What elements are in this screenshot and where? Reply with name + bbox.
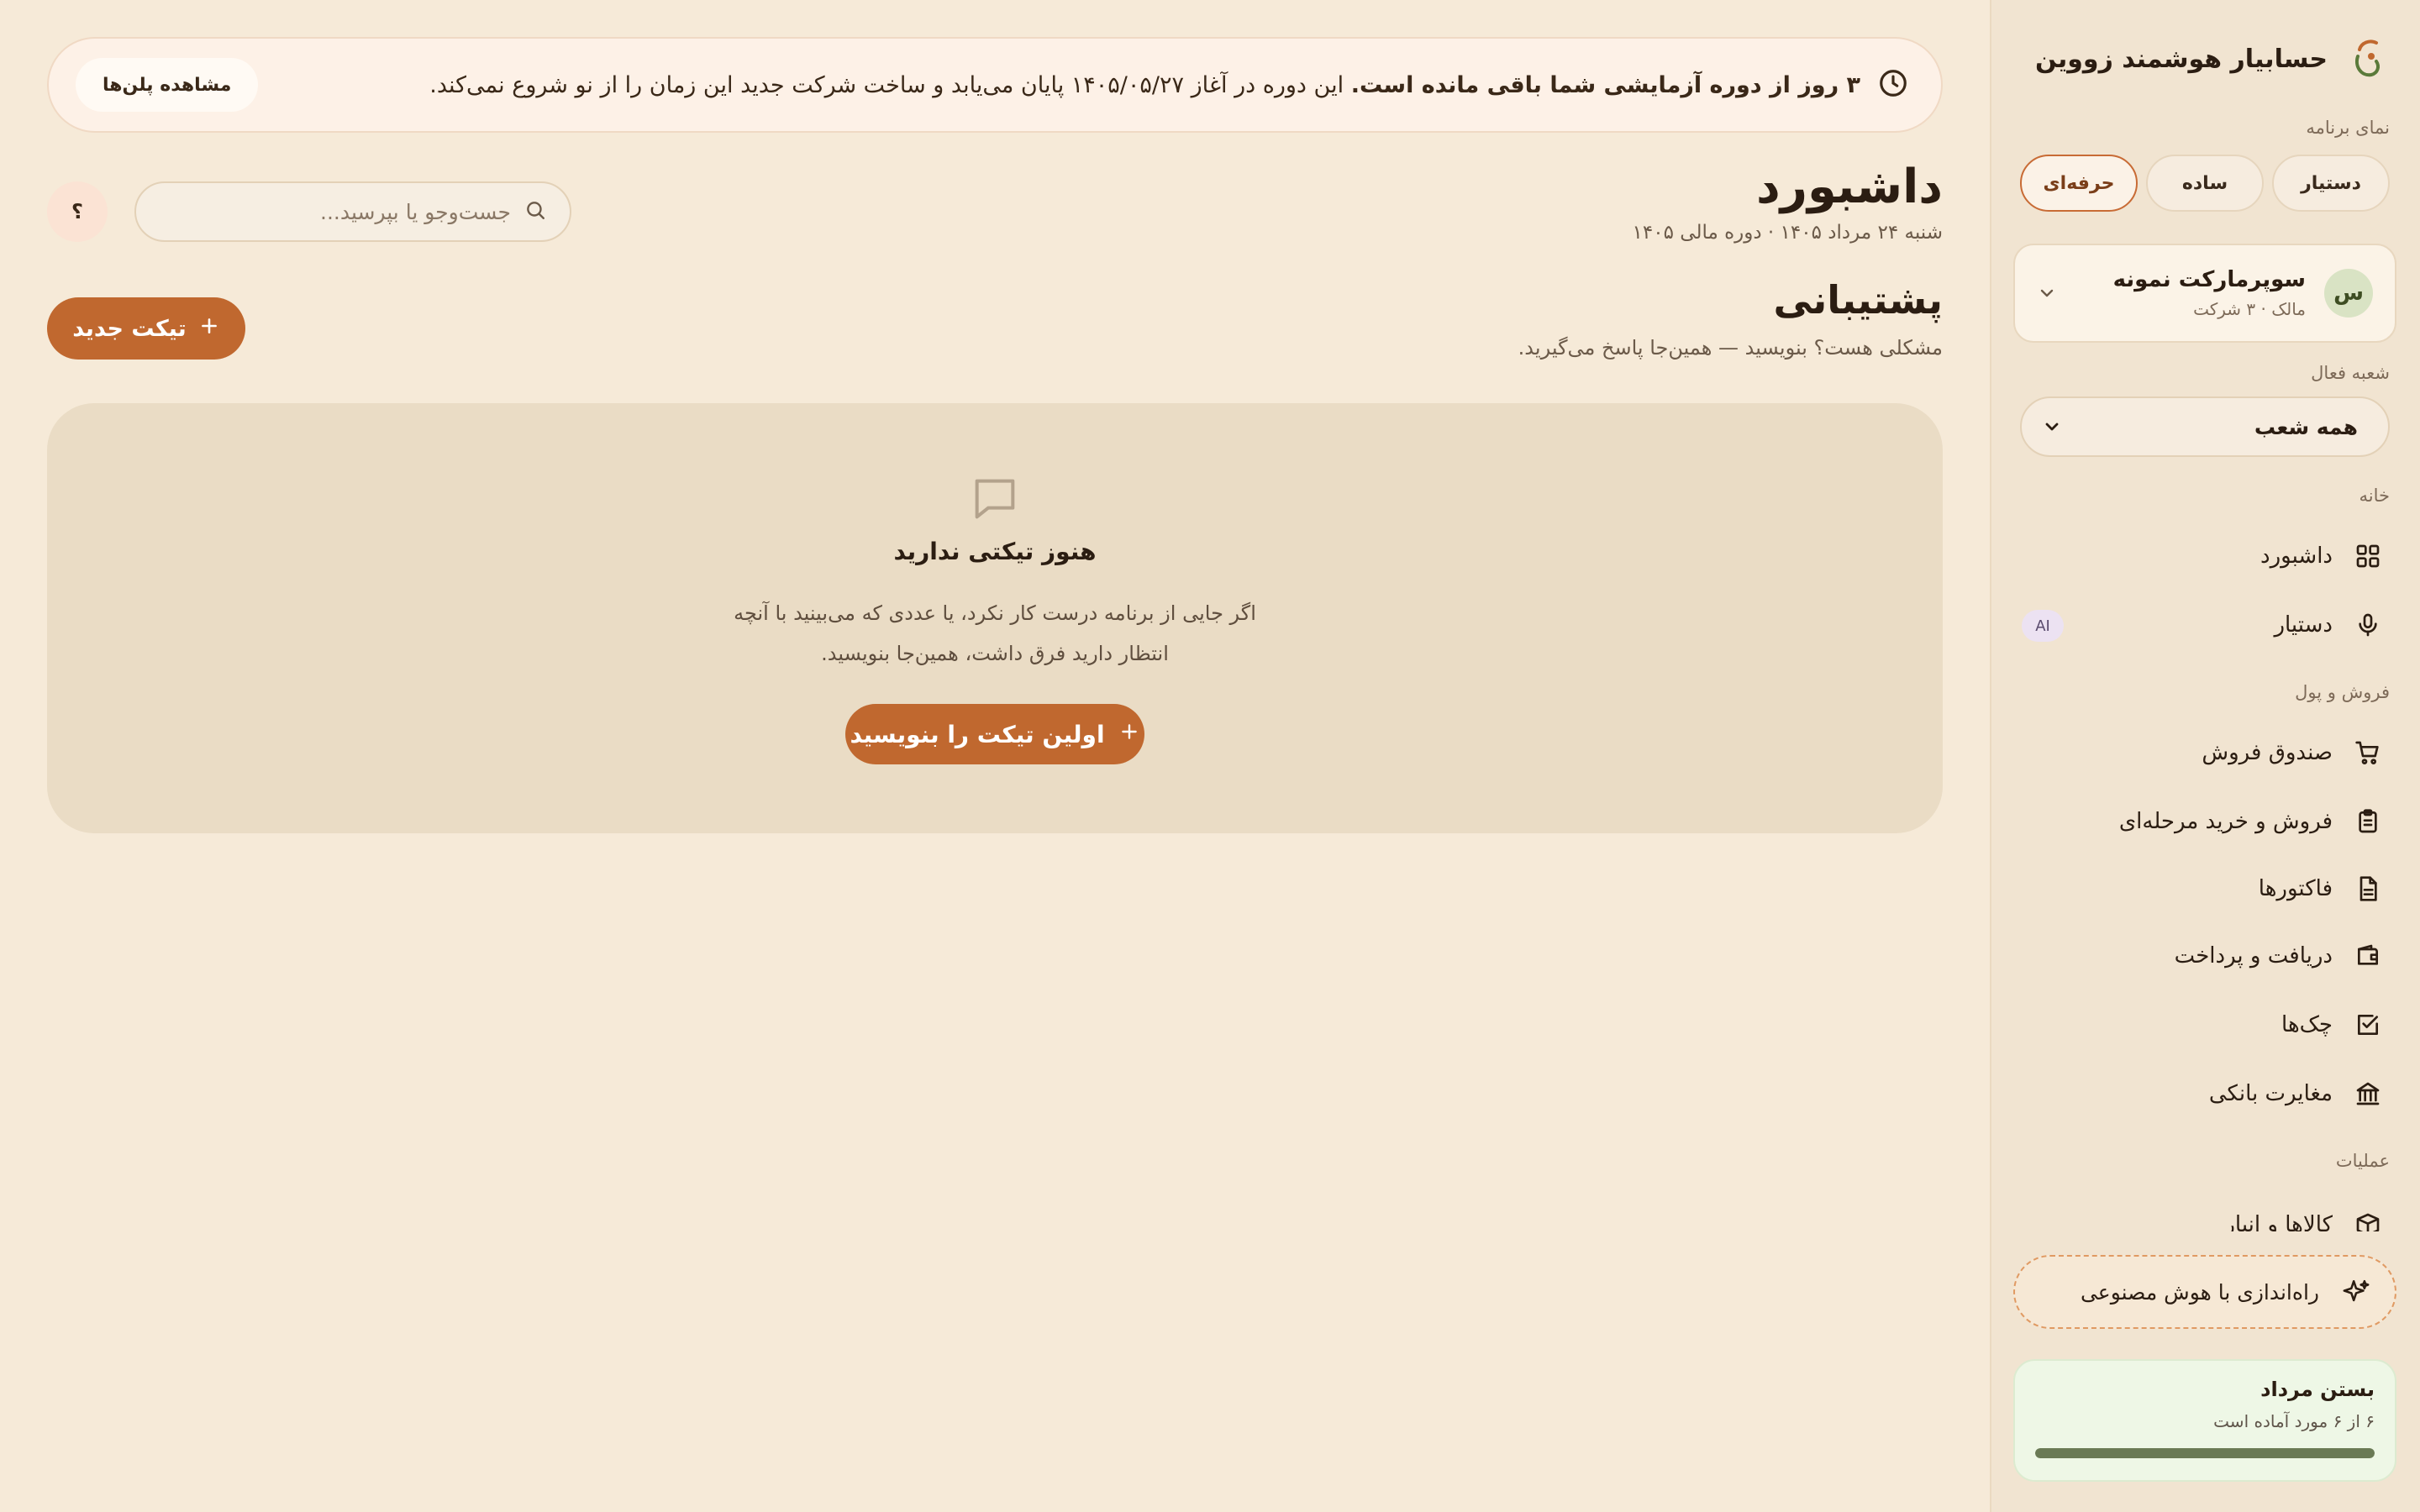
- mode-pro-button[interactable]: حرفه‌ای: [2020, 155, 2138, 212]
- close-month-title: بستن مرداد: [2260, 1378, 2375, 1401]
- sidebar-item-label: مغایرت بانکی: [2208, 1081, 2333, 1106]
- empty-state-title: هنوز تیکتی ندارید: [893, 538, 1097, 565]
- trial-message: ۳ روز از دوره آزمایشی شما باقی مانده است…: [275, 72, 1860, 98]
- company-name: سوپرمارکت نمونه: [2112, 267, 2306, 292]
- sidebar-item-label: داشبورد: [2260, 543, 2333, 569]
- empty-desc-line: اگر جایی از برنامه درست کار نکرد، یا عدد…: [734, 601, 1256, 625]
- sparkles-icon: [2341, 1277, 2371, 1307]
- ai-setup-label: راه‌اندازی با هوش مصنوعی: [2080, 1279, 2319, 1305]
- sidebar-scroll-clip: کالاها و انبار: [1990, 1176, 2420, 1231]
- check-square-icon: [2353, 1010, 2383, 1040]
- first-ticket-label: اولین تیکت را بنویسید: [850, 720, 1105, 748]
- support-title: پشتیبانی: [1773, 277, 1944, 323]
- sidebar-item-staged[interactable]: فروش و خرید مرحله‌ای: [2013, 798, 2383, 845]
- plus-icon: [1118, 721, 1140, 748]
- page-title: داشبورد: [1756, 160, 1943, 214]
- trial-banner: ۳ روز از دوره آزمایشی شما باقی مانده است…: [47, 37, 1943, 133]
- wallet-icon: [2353, 941, 2383, 971]
- cart-icon: [2353, 738, 2383, 768]
- first-ticket-button[interactable]: اولین تیکت را بنویسید: [845, 704, 1144, 764]
- page-subtitle: شنبه ۲۴ مرداد ۱۴۰۵ · دوره مالی ۱۴۰۵: [1632, 222, 1943, 244]
- sidebar-item-label: دریافت و پرداخت: [2174, 943, 2333, 969]
- clipboard-icon: [2353, 806, 2383, 837]
- trial-days-left: ۳ روز از دوره آزمایشی شما باقی مانده است…: [1350, 71, 1860, 98]
- close-month-progress-fill: [2035, 1448, 2375, 1458]
- company-switcher[interactable]: س سوپرمارکت نمونه مالک · ۳ شرکت: [2013, 244, 2396, 343]
- sidebar-item-invoices[interactable]: فاکتورها: [2013, 865, 2383, 912]
- sidebar-item-payments[interactable]: دریافت و پرداخت: [2013, 932, 2383, 979]
- branch-value: همه شعب: [2254, 414, 2358, 439]
- company-info: سوپرمارکت نمونه مالک · ۳ شرکت: [2075, 267, 2306, 319]
- view-mode-label: نمای برنامه: [2306, 118, 2390, 138]
- sidebar-item-pos[interactable]: صندوق فروش: [2013, 729, 2383, 776]
- company-role: مالک · ۳ شرکت: [2193, 299, 2306, 319]
- new-ticket-label: تیکت جدید: [72, 315, 187, 342]
- sidebar-item-dashboard[interactable]: داشبورد: [2013, 533, 2383, 580]
- box-icon: [2353, 1210, 2383, 1231]
- microphone-icon: [2353, 610, 2383, 640]
- company-avatar: س: [2324, 269, 2373, 318]
- tickets-empty-state: هنوز تیکتی ندارید اگر جایی از برنامه درس…: [47, 403, 1943, 833]
- clock-icon: [1877, 67, 1909, 102]
- plus-icon: [198, 315, 220, 343]
- ai-setup-button[interactable]: راه‌اندازی با هوش مصنوعی: [2013, 1255, 2396, 1329]
- mode-assistant-button[interactable]: دستیار: [2272, 155, 2390, 212]
- empty-state-description: اگر جایی از برنامه درست کار نکرد، یا عدد…: [47, 593, 1943, 674]
- search-input[interactable]: [156, 199, 511, 224]
- chat-bubble-icon: [968, 472, 1022, 526]
- chevron-down-icon: [2037, 283, 2057, 303]
- close-month-status: ۶ از ۶ مورد آماده است: [2213, 1411, 2375, 1431]
- view-plans-button[interactable]: مشاهده پلن‌ها: [76, 58, 259, 112]
- sidebar-item-assistant[interactable]: دستیار AI: [2013, 601, 2383, 648]
- sidebar-item-label: فروش و خرید مرحله‌ای: [2118, 809, 2333, 834]
- section-home-label: خانه: [2359, 486, 2390, 506]
- sidebar-item-bank[interactable]: مغایرت بانکی: [2013, 1070, 2383, 1117]
- sidebar-item-label: فاکتورها: [2258, 876, 2333, 901]
- new-ticket-button[interactable]: تیکت جدید: [47, 297, 245, 360]
- close-month-progress: [2035, 1448, 2375, 1458]
- brand: حسابیار هوشمند زووین: [2025, 34, 2386, 84]
- sidebar-item-label: دستیار: [2274, 612, 2333, 638]
- app-title: حسابیار هوشمند زووین: [2035, 44, 2328, 74]
- trial-details: این دوره در آغاز ۱۴۰۵/۰۵/۲۷ پایان می‌یاب…: [429, 71, 1351, 98]
- chevron-down-icon: [2042, 417, 2062, 437]
- help-button[interactable]: ؟: [47, 181, 108, 242]
- sidebar-item-label: کالاها و انبار: [2224, 1212, 2333, 1231]
- branch-select[interactable]: همه شعب: [2020, 396, 2390, 457]
- branch-label: شعبه فعال: [2311, 363, 2390, 383]
- close-month-card[interactable]: بستن مرداد ۶ از ۶ مورد آماده است: [2013, 1359, 2396, 1482]
- empty-desc-line: انتظار دارید فرق داشت، همین‌جا بنویسید.: [821, 642, 1169, 665]
- sidebar: حسابیار هوشمند زووین نمای برنامه دستیار …: [1990, 0, 2420, 1512]
- bank-icon: [2353, 1079, 2383, 1109]
- view-mode-switch: دستیار ساده حرفه‌ای: [2020, 155, 2390, 212]
- section-sales-label: فروش و پول: [2295, 682, 2390, 702]
- search-box[interactable]: [134, 181, 571, 242]
- document-icon: [2353, 874, 2383, 904]
- ai-badge: AI: [2022, 610, 2064, 642]
- sidebar-item-label: صندوق فروش: [2202, 740, 2333, 765]
- sidebar-item-inventory[interactable]: کالاها و انبار: [2013, 1201, 2383, 1231]
- search-icon: [524, 199, 546, 224]
- support-subtitle: مشکلی هست؟ بنویسید — همین‌جا پاسخ می‌گیر…: [1518, 336, 1943, 360]
- mode-simple-button[interactable]: ساده: [2146, 155, 2264, 212]
- logo-icon: [2349, 37, 2386, 81]
- sidebar-item-label: چک‌ها: [2281, 1012, 2333, 1037]
- section-operations-label: عملیات: [2335, 1151, 2390, 1171]
- sidebar-item-checks[interactable]: چک‌ها: [2013, 1001, 2383, 1048]
- dashboard-icon: [2353, 541, 2383, 571]
